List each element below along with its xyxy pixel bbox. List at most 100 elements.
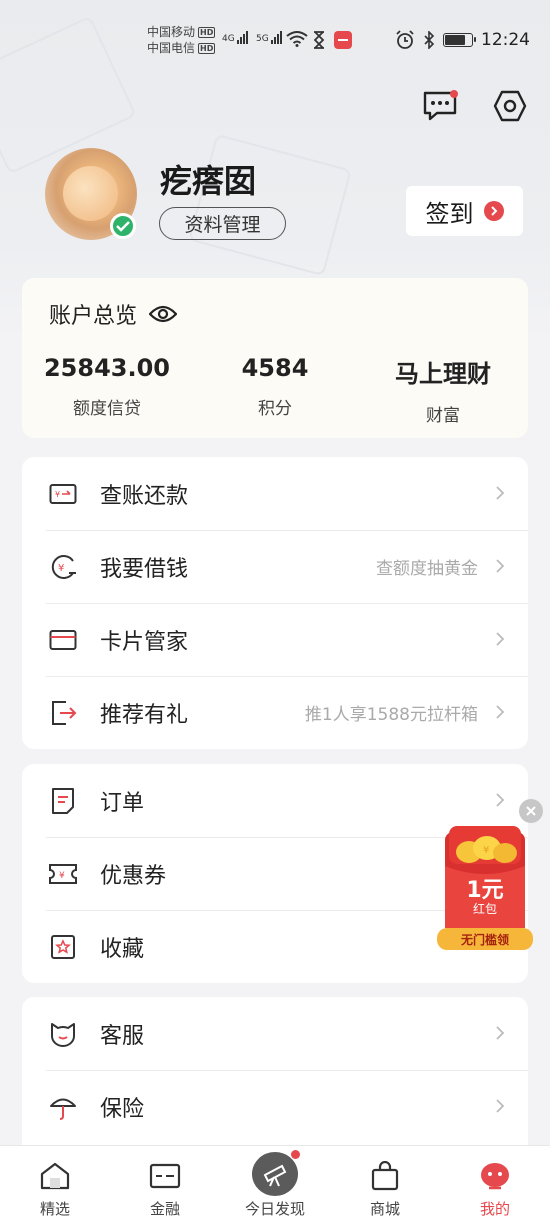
menu-label: 收藏 xyxy=(100,936,145,962)
carrier-2: 中国电信 xyxy=(147,41,196,55)
stat-credit[interactable]: 25843.00 额度信贷 xyxy=(23,354,191,419)
menu-group-finance: ¥ 查账还款 ¥ 我要借钱 查额度抽黄金 卡片管家 推荐有礼 推1人享1588元… xyxy=(22,457,528,749)
stat-points[interactable]: 4584 积分 xyxy=(191,354,359,419)
status-bar: 中国移动 HD 中国电信 HD 4G 5G 12:24 xyxy=(0,0,550,82)
home-icon xyxy=(38,1160,72,1192)
chevron-right-icon xyxy=(496,1026,504,1040)
checkin-button[interactable]: 签到 xyxy=(406,186,523,236)
clock: 12:24 xyxy=(481,30,530,50)
menu-label: 客服 xyxy=(100,1023,145,1049)
stat-wealth-label: 财富 xyxy=(426,406,460,426)
me-icon xyxy=(478,1160,512,1192)
svg-text:¥: ¥ xyxy=(483,845,489,856)
telescope-icon xyxy=(252,1150,300,1196)
svg-text:¥: ¥ xyxy=(59,871,65,881)
message-badge xyxy=(450,90,458,98)
favorite-icon xyxy=(48,932,78,962)
bill-icon: ¥ xyxy=(48,479,78,509)
tab-label: 我的 xyxy=(479,1200,510,1218)
alarm-icon xyxy=(396,30,414,49)
app-notification-icon xyxy=(334,31,352,49)
menu-label: 卡片管家 xyxy=(100,629,189,655)
menu-item-bill-repay[interactable]: ¥ 查账还款 xyxy=(22,457,528,530)
menu-item-card-manager[interactable]: 卡片管家 xyxy=(22,603,528,676)
settings-button[interactable] xyxy=(490,88,530,124)
chevron-right-icon xyxy=(483,201,504,221)
tab-mall[interactable]: 商城 xyxy=(330,1146,440,1222)
menu-item-customer-service[interactable]: 客服 xyxy=(22,997,528,1070)
stat-wealth[interactable]: 马上理财 财富 xyxy=(359,354,527,426)
carrier-1: 中国移动 xyxy=(147,25,196,39)
tab-label: 今日发现 xyxy=(244,1200,305,1218)
customer-service-icon xyxy=(48,1019,78,1049)
card-icon xyxy=(48,625,78,655)
chevron-right-icon xyxy=(496,559,504,573)
menu-label: 保险 xyxy=(100,1096,145,1122)
promo-close-button[interactable] xyxy=(519,799,543,823)
svg-text:¥: ¥ xyxy=(58,563,64,574)
chevron-right-icon xyxy=(496,632,504,646)
tab-label: 精选 xyxy=(39,1200,70,1218)
tab-finance[interactable]: 金融 xyxy=(110,1146,220,1222)
signal-4g-icon: 4G xyxy=(222,30,248,44)
menu-item-referral[interactable]: 推荐有礼 推1人享1588元拉杆箱 xyxy=(22,676,528,749)
account-title-label: 账户总览 xyxy=(49,304,138,329)
stat-credit-value: 25843.00 xyxy=(43,354,170,382)
stat-points-label: 积分 xyxy=(258,399,292,419)
checkin-label: 签到 xyxy=(425,199,474,228)
top-actions xyxy=(420,88,530,124)
tab-featured[interactable]: 精选 xyxy=(0,1146,110,1222)
account-title: 账户总览 xyxy=(49,298,178,330)
battery-icon xyxy=(443,33,476,47)
menu-item-borrow[interactable]: ¥ 我要借钱 查额度抽黄金 xyxy=(22,530,528,603)
bluetooth-icon xyxy=(424,31,435,49)
share-icon xyxy=(48,698,78,728)
red-packet-promo[interactable]: ¥ 1元 红包 无门槛领 xyxy=(437,826,533,952)
chevron-right-icon xyxy=(496,705,504,719)
hd-badge: HD xyxy=(198,27,216,38)
promo-cta: 无门槛领 xyxy=(460,933,509,947)
loan-icon: ¥ xyxy=(48,552,78,582)
message-button[interactable] xyxy=(420,88,460,124)
bag-icon xyxy=(368,1160,402,1192)
close-icon xyxy=(526,806,536,816)
menu-label: 优惠券 xyxy=(100,863,167,889)
menu-label: 推荐有礼 xyxy=(100,702,189,728)
tab-label: 金融 xyxy=(149,1200,180,1218)
tab-label: 商城 xyxy=(369,1200,400,1218)
stat-credit-label: 额度信贷 xyxy=(73,399,141,419)
wifi-icon xyxy=(286,31,308,47)
order-icon xyxy=(48,786,78,816)
nickname: 疙瘩囡 xyxy=(160,162,257,200)
hourglass-icon xyxy=(313,31,325,49)
status-right: 12:24 xyxy=(395,30,530,50)
eye-icon[interactable] xyxy=(149,304,178,324)
menu-label: 我要借钱 xyxy=(100,556,189,582)
hd-badge: HD xyxy=(198,43,216,54)
signal-5g-icon: 5G xyxy=(256,30,282,44)
menu-hint: 推1人享1588元拉杆箱 xyxy=(304,705,478,725)
chevron-right-icon xyxy=(496,1099,504,1113)
svg-text:¥: ¥ xyxy=(55,490,60,499)
stat-wealth-value: 马上理财 xyxy=(395,360,491,388)
tab-discover[interactable]: 今日发现 xyxy=(220,1146,330,1222)
account-overview-card: 账户总览 25843.00 额度信贷 4584 积分 马上理财 财富 xyxy=(22,278,528,438)
menu-label: 订单 xyxy=(100,790,145,816)
bottom-tab-bar: 精选 金融 今日发现 商城 我的 xyxy=(0,1145,550,1222)
verified-icon xyxy=(110,213,136,239)
umbrella-icon xyxy=(48,1092,78,1122)
discover-badge xyxy=(291,1150,300,1159)
promo-sub: 红包 xyxy=(472,902,497,916)
coupon-icon: ¥ xyxy=(48,859,78,889)
menu-item-insurance[interactable]: 保险 xyxy=(22,1070,528,1143)
finance-icon xyxy=(148,1160,182,1192)
profile-manage-button[interactable]: 资料管理 xyxy=(159,207,286,240)
chevron-right-icon xyxy=(496,486,504,500)
settings-icon xyxy=(493,90,527,122)
stat-points-value: 4584 xyxy=(241,354,309,382)
tab-me[interactable]: 我的 xyxy=(440,1146,550,1222)
menu-label: 查账还款 xyxy=(100,483,189,509)
menu-group-service: 客服 保险 xyxy=(22,997,528,1157)
carrier-info: 中国移动 HD 中国电信 HD xyxy=(147,24,216,56)
chevron-right-icon xyxy=(496,793,504,807)
